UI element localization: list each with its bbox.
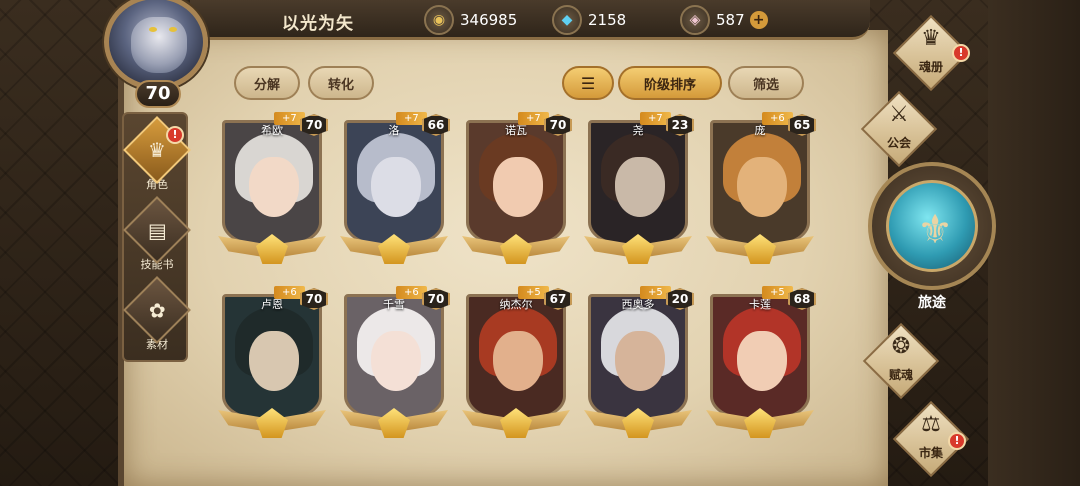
talent-soul-label: 赋魂: [888, 368, 913, 382]
rank-crest-icon: [582, 402, 694, 450]
hero-face: [737, 157, 787, 217]
guild-icon: ⚔: [889, 102, 909, 127]
hero-face: [615, 157, 665, 217]
avatar-eye-right: [169, 27, 177, 32]
hero-card[interactable]: 诺瓦 +7 70: [460, 112, 572, 276]
hero-card[interactable]: 洛 +7 66: [338, 112, 450, 276]
rank-crest-icon: [216, 228, 328, 276]
guild-nav-button[interactable]: ⚔ 公会: [860, 90, 938, 168]
tab-materials[interactable]: ✿ 素材: [123, 276, 191, 356]
hero-face: [249, 157, 299, 217]
crest-gem: [256, 408, 288, 438]
hero-card[interactable]: 庞 +6 65: [704, 112, 816, 276]
hero-face: [371, 157, 421, 217]
right-wall-strip: [988, 0, 1080, 486]
market-alert-badge: !: [948, 432, 966, 450]
soul-book-nav-button[interactable]: ♛ 魂册 !: [892, 14, 970, 92]
rank-crest-icon: [460, 228, 572, 276]
hero-face: [493, 157, 543, 217]
journey-outer-ring: ⚜: [868, 162, 996, 290]
sort-order-button[interactable]: ☰: [562, 66, 614, 100]
player-level-badge: 70: [135, 80, 181, 108]
sort-icon: ☰: [580, 73, 596, 93]
convert-button[interactable]: 转化: [308, 66, 374, 100]
tab-skill-books[interactable]: ▤ 技能书: [123, 196, 191, 276]
crystal-currency: ◆ 2158: [552, 5, 626, 35]
hero-card[interactable]: 希欧 +7 70: [216, 112, 328, 276]
hero-card[interactable]: 卢恩 +6 70: [216, 286, 328, 450]
category-tab-column: ♛ 角色 ! ▤ 技能书 ✿ 素材: [122, 112, 191, 362]
hero-card[interactable]: 千雪 +6 70: [338, 286, 450, 450]
tab-characters[interactable]: ♛ 角色 !: [123, 116, 191, 196]
material-icon: ✿: [123, 276, 191, 344]
market-nav-button[interactable]: ⚖ 市集 !: [892, 400, 970, 478]
crest-gem: [378, 234, 410, 264]
crest-gem: [500, 408, 532, 438]
hero-face: [493, 331, 543, 391]
hero-face: [615, 331, 665, 391]
crest-gem: [256, 234, 288, 264]
gold-currency: ◉ 346985: [424, 5, 517, 35]
trident-emblem-icon: ⚜: [917, 207, 953, 253]
guild-label: 公会: [886, 136, 911, 150]
crest-gem: [500, 234, 532, 264]
hero-face: [737, 331, 787, 391]
crest-gem: [622, 408, 654, 438]
journey-inner-medallion: ⚜: [886, 180, 978, 272]
crystal-amount: 2158: [588, 11, 627, 29]
hero-face: [249, 331, 299, 391]
journey-button[interactable]: ⚜ 旅途: [868, 162, 996, 312]
helmet-icon: ♛: [123, 116, 191, 184]
avatar-portrait: [131, 17, 187, 73]
hero-card[interactable]: 纳杰尔 +5 67: [460, 286, 572, 450]
book-icon: ▤: [123, 196, 191, 264]
characters-alert-badge: !: [166, 126, 184, 144]
player-name: 以光为矢: [282, 14, 354, 34]
avatar-ring: [104, 0, 208, 90]
gold-coin-icon: ◉: [424, 5, 454, 35]
rank-crest-icon: [704, 402, 816, 450]
crest-gem: [744, 234, 776, 264]
avatar-eye-left: [149, 27, 157, 32]
talent-soul-nav-button[interactable]: ❂ 赋魂: [862, 322, 940, 400]
rank-sort-button[interactable]: 阶级排序: [618, 66, 722, 100]
soul-book-alert-badge: !: [952, 44, 970, 62]
hero-card[interactable]: 西奥多 +5 20: [582, 286, 694, 450]
gem-amount: 587: [716, 11, 745, 29]
decompose-button[interactable]: 分解: [234, 66, 300, 100]
crest-gem: [744, 408, 776, 438]
pink-gem-icon: ◈: [680, 5, 710, 35]
rank-crest-icon: [704, 228, 816, 276]
gem-currency: ◈ 587 +: [680, 5, 768, 35]
gold-amount: 346985: [460, 11, 518, 29]
rank-crest-icon: [460, 402, 572, 450]
blue-crystal-icon: ◆: [552, 5, 582, 35]
hero-card[interactable]: 卡莲 +5 68: [704, 286, 816, 450]
rank-crest-icon: [338, 402, 450, 450]
rank-crest-icon: [582, 228, 694, 276]
spiral-icon: ❂: [891, 334, 911, 359]
crest-gem: [622, 234, 654, 264]
filter-button[interactable]: 筛选: [728, 66, 804, 100]
add-gem-button[interactable]: +: [749, 11, 768, 29]
hero-face: [371, 331, 421, 391]
journey-label: 旅途: [918, 295, 946, 311]
rank-crest-icon: [216, 402, 328, 450]
hero-card[interactable]: 尧 +7 23: [582, 112, 694, 276]
crest-gem: [378, 408, 410, 438]
rank-crest-icon: [338, 228, 450, 276]
